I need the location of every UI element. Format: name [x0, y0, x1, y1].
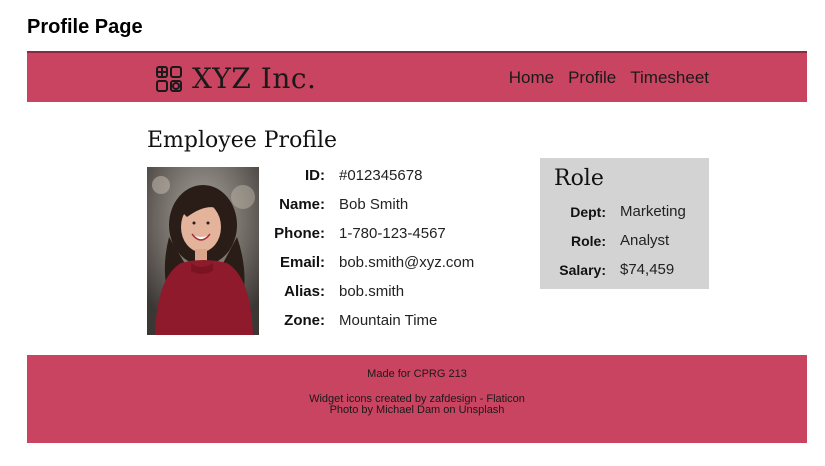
detail-row-email: Email: bob.smith@xyz.com — [259, 248, 474, 277]
detail-label: Zone: — [284, 312, 325, 329]
nav-link-home[interactable]: Home — [509, 68, 554, 88]
detail-label: Email: — [279, 254, 325, 271]
detail-value: bob.smith — [339, 283, 405, 300]
nav-links: Home Profile Timesheet — [509, 68, 709, 88]
role-row-dept: Dept: Marketing — [540, 197, 686, 226]
detail-value: bob.smith@xyz.com — [339, 254, 475, 271]
detail-label: Phone: — [274, 225, 325, 242]
profile-title: Employee Profile — [147, 128, 338, 153]
footer-photo-credit[interactable]: Photo by Michael Dam on Unsplash — [27, 405, 807, 416]
role-label: Salary: — [559, 261, 606, 278]
detail-row-name: Name: Bob Smith — [259, 190, 474, 219]
brand-name: XYZ Inc. — [192, 62, 317, 95]
role-row-salary: Salary: $74,459 — [540, 255, 686, 284]
role-value: Analyst — [620, 232, 670, 249]
detail-row-id: ID: #012345678 — [259, 161, 474, 190]
navbar: XYZ Inc. Home Profile Timesheet — [27, 51, 807, 102]
role-row-role: Role: Analyst — [540, 226, 686, 255]
nav-link-profile[interactable]: Profile — [568, 68, 616, 88]
role-card: Role Dept: Marketing Role: Analyst Salar… — [540, 158, 709, 289]
detail-label: Name: — [279, 196, 325, 213]
detail-row-zone: Zone: Mountain Time — [259, 306, 474, 335]
role-title: Role — [554, 166, 604, 191]
footer-made-for: Made for CPRG 213 — [367, 368, 467, 380]
role-value: $74,459 — [620, 261, 675, 278]
brand[interactable]: XYZ Inc. — [155, 62, 316, 95]
role-details: Dept: Marketing Role: Analyst Salary: $7… — [540, 197, 686, 284]
detail-value: #012345678 — [339, 167, 423, 184]
detail-value: 1-780-123-4567 — [339, 225, 446, 242]
role-label: Dept: — [570, 203, 606, 220]
employee-details: ID: #012345678 Name: Bob Smith Phone: 1-… — [259, 161, 474, 335]
page-heading: Profile Page — [27, 16, 143, 38]
nav-link-timesheet[interactable]: Timesheet — [630, 68, 709, 88]
detail-row-phone: Phone: 1-780-123-4567 — [259, 219, 474, 248]
detail-row-alias: Alias: bob.smith — [259, 277, 474, 306]
role-label: Role: — [571, 232, 606, 249]
detail-label: ID: — [305, 167, 325, 184]
site-frame: XYZ Inc. Home Profile Timesheet Employee… — [27, 51, 807, 443]
detail-label: Alias: — [284, 283, 325, 300]
widget-icon — [156, 65, 182, 92]
footer: Made for CPRG 213 Widget icons created b… — [27, 355, 807, 443]
role-value: Marketing — [620, 203, 686, 220]
employee-photo — [147, 167, 259, 335]
detail-value: Bob Smith — [339, 196, 409, 213]
detail-value: Mountain Time — [339, 312, 438, 329]
